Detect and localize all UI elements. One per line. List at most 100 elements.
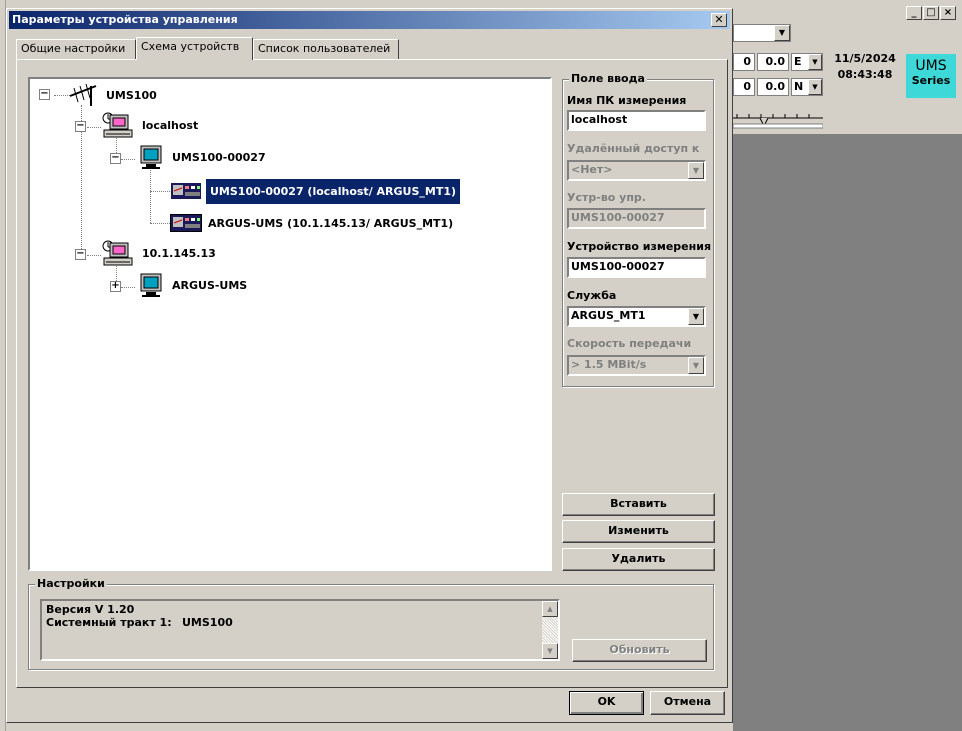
speed-select[interactable]: > 1.5 MBit/s ▼ [567,355,706,376]
tree-line [150,223,170,224]
measurement-device-field[interactable]: UMS100-00027 [567,257,706,278]
collapse-icon[interactable]: − [75,249,86,260]
settings-info-box: Версия V 1.20 Системный тракт 1: UMS100 … [40,599,560,661]
close-icon[interactable]: ✕ [711,13,727,27]
tab-device-scheme[interactable]: Схема устройств [136,37,253,60]
control-device-field[interactable]: UMS100-00027 [567,208,706,229]
network-computer-icon [102,112,133,138]
tree-node-device-argus[interactable]: ARGUS-UMS [138,273,249,297]
service-label: Служба [567,289,617,302]
pc-name-field[interactable]: localhost [567,110,706,131]
tree-line [87,255,101,256]
chevron-down-icon: ▼ [808,54,822,70]
tree-line [121,159,135,160]
expand-icon[interactable]: + [110,281,121,292]
app-dark-area [733,134,962,731]
device-tree[interactable]: − UMS100 − localhost − UMS100-00027 UMS1… [28,77,552,571]
monitor-icon [140,273,162,297]
app-field-4[interactable]: 0.0 [757,78,789,96]
app-slider[interactable] [733,110,823,130]
device-service-icon [170,182,202,200]
monitor-icon [140,145,162,169]
tree-line [121,287,135,288]
chevron-down-icon: ▼ [774,25,790,41]
speed-label: Скорость передачи [567,337,692,350]
app-date: 11/5/2024 [834,52,896,65]
service-value: ARGUS_MT1 [571,309,646,322]
tree-node-label: UMS100 [106,88,157,102]
tree-node-label: ARGUS-UMS [172,278,248,292]
tree-line [150,191,170,192]
system-path-label: Системный тракт 1: [46,616,172,629]
collapse-icon[interactable]: − [75,121,86,132]
logo-line-1: UMS [915,58,947,74]
system-path-value: UMS100 [182,616,233,629]
collapse-icon[interactable]: − [39,89,50,100]
dialog-titlebar[interactable]: Параметры устройства управления ✕ [9,11,730,29]
tab-label: Список пользователей [258,42,391,55]
chevron-down-icon: ▼ [808,79,822,95]
dialog-title: Параметры устройства управления [12,13,238,26]
cancel-button[interactable]: Отмена [650,691,725,715]
pc-name-label: Имя ПК измерения [567,94,687,107]
app-combo[interactable]: ▼ [733,24,791,42]
remote-access-value: <Нет> [571,163,613,176]
app-direction-1-value: E [794,55,802,68]
maximize-button[interactable]: □ [923,6,939,20]
delete-button[interactable]: Удалить [562,548,715,571]
tree-node-device-ums100[interactable]: UMS100-00027 [138,145,268,169]
measurement-device-label: Устройство измерения [567,240,712,253]
remote-access-select[interactable]: <Нет> ▼ [567,160,706,181]
info-scrollbar[interactable]: ▲ ▼ [542,601,558,659]
service-select[interactable]: ARGUS_MT1 ▼ [567,306,706,327]
tab-user-list[interactable]: Список пользователей [253,39,399,59]
tree-line [87,127,101,128]
tree-node-label: 10.1.145.13 [142,246,216,260]
close-app-button[interactable]: × [940,6,956,20]
scroll-down-icon[interactable]: ▼ [542,643,558,659]
control-device-label: Устр-во упр. [567,191,646,204]
tree-node-label: ARGUS-UMS (10.1.145.13/ ARGUS_MT1) [208,216,454,230]
tree-node-service-ums100[interactable]: UMS100-00027 (localhost/ ARGUS_MT1) [170,178,461,204]
network-computer-icon [102,240,133,266]
app-field-3[interactable]: 0 [733,78,755,96]
app-datetime: 11/5/2024 08:43:48 [833,51,897,83]
app-field-1[interactable]: 0 [733,53,755,71]
change-button[interactable]: Изменить [562,520,715,543]
settings-legend: Настройки [35,577,107,590]
ums-series-logo: UMS Series [906,54,956,98]
input-group-legend: Поле ввода [569,72,647,85]
app-direction-1[interactable]: E ▼ [791,53,823,71]
app-field-2[interactable]: 0.0 [757,53,789,71]
app-time: 08:43:48 [837,68,893,81]
ok-button[interactable]: OK [569,691,644,715]
chevron-down-icon: ▼ [688,308,704,325]
tree-node-host-remote[interactable]: 10.1.145.13 [100,240,218,266]
collapse-icon[interactable]: − [110,153,121,164]
device-control-dialog: Параметры устройства управления ✕ Общие … [6,8,733,723]
minimize-button[interactable]: _ [906,6,922,20]
chevron-down-icon: ▼ [688,162,704,179]
logo-line-2: Series [911,74,951,87]
refresh-button[interactable]: Обновить [572,639,707,662]
tree-node-root[interactable]: UMS100 [66,84,159,106]
chevron-down-icon: ▼ [688,357,704,374]
antenna-icon [69,84,97,106]
tree-node-label: UMS100-00027 [172,150,266,164]
device-service-icon [170,214,202,232]
tab-label: Схема устройств [141,40,240,53]
tree-node-service-argus[interactable]: ARGUS-UMS (10.1.145.13/ ARGUS_MT1) [170,212,455,234]
insert-button[interactable]: Вставить [562,493,715,516]
remote-access-label: Удалённый доступ к [567,142,700,155]
tab-general-settings[interactable]: Общие настройки [16,39,136,59]
app-direction-2[interactable]: N ▼ [791,78,823,96]
scroll-up-icon[interactable]: ▲ [542,601,558,617]
tree-node-host-localhost[interactable]: localhost [100,112,200,138]
tree-node-label: localhost [142,118,199,132]
speed-value: > 1.5 MBit/s [571,358,647,371]
tree-line [150,167,151,223]
tab-label: Общие настройки [21,42,126,55]
tree-node-label: UMS100-00027 (localhost/ ARGUS_MT1) [206,178,461,204]
version-line: Версия V 1.20 [46,603,135,616]
app-direction-2-value: N [794,80,804,93]
